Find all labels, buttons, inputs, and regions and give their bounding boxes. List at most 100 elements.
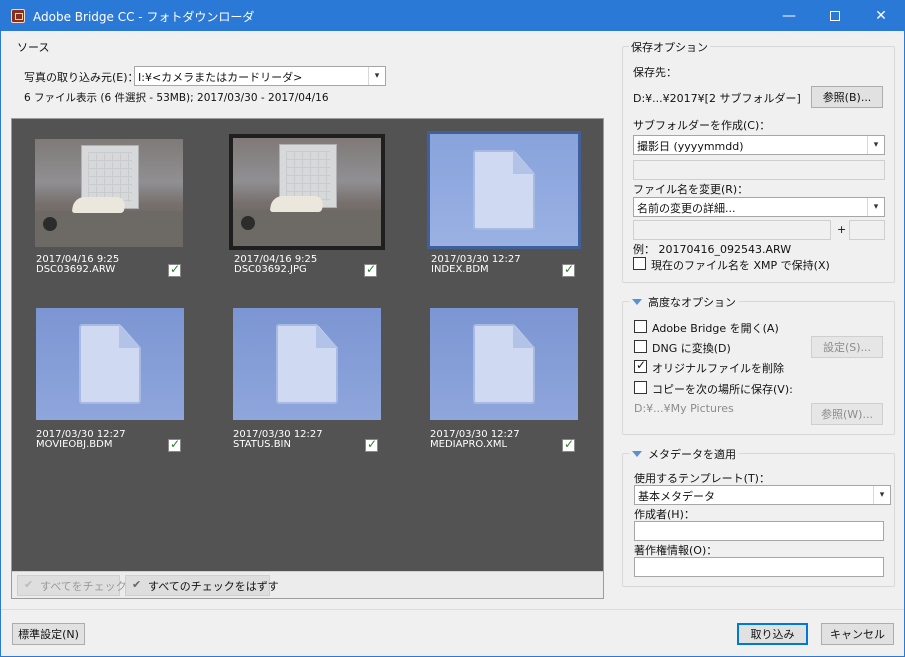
photo-downloader-window: Adobe Bridge CC - フォトダウンローダ — ✕ ソース 写真の取… (0, 0, 905, 657)
close-icon: ✕ (875, 8, 887, 24)
open-bridge-checkbox[interactable] (634, 320, 647, 333)
thumbnail-checkbox[interactable] (562, 262, 575, 277)
thumbnail-item[interactable]: 2017/04/16 9:25 DSC03692.JPG (229, 134, 385, 279)
plus-sign: + (837, 223, 847, 236)
template-label: 使用するテンプレート(T)： (634, 472, 770, 485)
create-subfolder-value: 撮影日 (yyyymmdd) (637, 140, 744, 153)
file-icon (276, 324, 338, 404)
thumbnail-viewer[interactable]: 2017/04/16 9:25 DSC03692.ARW 2017/04/16 … (11, 118, 604, 599)
check-all-button[interactable]: ✔ すべてをチェック (17, 575, 127, 596)
footer-divider (1, 609, 904, 610)
copyright-label: 著作権情報(O)： (634, 544, 718, 557)
copy-browse-button[interactable]: 参照(W)... (811, 403, 883, 425)
create-subfolder-select[interactable]: 撮影日 (yyyymmdd) ▾ (633, 135, 885, 155)
apply-metadata-header[interactable]: メタデータを適用 (629, 446, 739, 462)
thumbnail-filename: DSC03692.ARW (36, 264, 116, 275)
document-thumbnail[interactable] (233, 308, 381, 420)
chevron-down-icon: ▾ (867, 136, 884, 154)
template-select[interactable]: 基本メタデータ ▾ (634, 485, 891, 505)
get-media-button[interactable]: 取り込み (737, 623, 808, 645)
standard-settings-button[interactable]: 標準設定(N) (12, 623, 85, 645)
file-icon (473, 150, 535, 230)
preserve-xmp-label[interactable]: 現在のファイル名を XMP で保持(X) (651, 257, 830, 273)
check-all-label: すべてをチェック (40, 579, 127, 593)
rename-files-value: 名前の変更の詳細... (637, 202, 736, 215)
collapse-triangle-icon (632, 451, 642, 457)
thumbnail-item[interactable]: 2017/04/16 9:25 DSC03692.ARW (35, 139, 187, 279)
open-bridge-label[interactable]: Adobe Bridge を開く(A) (652, 320, 779, 336)
chevron-down-icon: ▾ (867, 198, 884, 216)
rename-text-field[interactable] (633, 220, 831, 240)
save-copy-label[interactable]: コピーを次の場所に保存(V): (652, 381, 793, 397)
thumbnail-item[interactable]: 2017/03/30 12:27 STATUS.BIN (233, 308, 385, 453)
thumbnail-checkbox[interactable] (562, 437, 575, 452)
photo-thumbnail[interactable] (35, 139, 183, 247)
standard-settings-label: 標準設定(N) (18, 628, 79, 641)
browse-button-label: 参照(B)... (822, 91, 872, 104)
rename-number-field[interactable] (849, 220, 885, 240)
apply-metadata-title: メタデータを適用 (648, 448, 736, 461)
get-photos-from-label: 写真の取り込み元(E)： (24, 71, 139, 84)
file-icon (79, 324, 141, 404)
cancel-label: キャンセル (830, 628, 885, 641)
chevron-down-icon: ▾ (368, 67, 385, 85)
photo-thumbnail[interactable] (229, 134, 385, 250)
rename-example: 例： 20170416_092543.ARW (633, 243, 792, 256)
document-thumbnail[interactable] (427, 131, 581, 249)
dng-settings-label: 設定(S)... (822, 341, 872, 354)
advanced-options-header[interactable]: 高度なオプション (629, 294, 739, 310)
copyright-field[interactable] (634, 557, 884, 577)
rename-files-label: ファイル名を変更(R)： (633, 183, 749, 196)
rename-files-select[interactable]: 名前の変更の詳細... ▾ (633, 197, 885, 217)
advanced-options-title: 高度なオプション (648, 296, 736, 309)
dng-settings-button[interactable]: 設定(S)... (811, 336, 883, 358)
creator-field[interactable] (634, 521, 884, 541)
delete-originals-checkbox[interactable] (634, 358, 647, 373)
convert-dng-checkbox[interactable] (634, 340, 647, 353)
delete-originals-label[interactable]: オリジナルファイルを削除 (652, 360, 784, 376)
uncheck-all-button[interactable]: ✔ すべてのチェックをはずす (125, 575, 279, 596)
source-summary: 6 ファイル表示 (6 件選択 - 53MB); 2017/03/30 - 20… (24, 92, 329, 104)
preserve-xmp-checkbox[interactable] (633, 257, 646, 270)
thumbnail-checkbox[interactable] (365, 437, 378, 452)
minimize-button[interactable]: — (766, 1, 812, 31)
thumbnail-filename: MEDIAPRO.XML (430, 439, 508, 450)
thumbnail-filename: MOVIEOBJ.BDM (36, 439, 113, 450)
uncheck-all-label: すべてのチェックをはずす (148, 579, 279, 593)
document-thumbnail[interactable] (36, 308, 184, 420)
window-title: Adobe Bridge CC - フォトダウンローダ (33, 9, 255, 24)
thumbnail-item[interactable]: 2017/03/30 12:27 MEDIAPRO.XML (430, 308, 582, 453)
thumbnail-filename: DSC03692.JPG (234, 264, 307, 275)
thumbnail-item[interactable]: 2017/03/30 12:27 INDEX.BDM (427, 131, 582, 279)
check-all-icon: ✔ (24, 578, 34, 591)
save-copy-checkbox[interactable] (634, 381, 647, 394)
adobe-bridge-app-icon (11, 9, 25, 23)
title-bar[interactable]: Adobe Bridge CC - フォトダウンローダ — ✕ (1, 1, 904, 31)
save-options-label: 保存オプション (629, 39, 710, 55)
copy-browse-label: 参照(W)... (821, 408, 873, 421)
thumbnail-checkbox[interactable] (168, 437, 181, 452)
convert-dng-label[interactable]: DNG に変換(D) (652, 340, 731, 356)
get-photos-from-select[interactable]: I:¥<カメラまたはカードリーダ> ▾ (134, 66, 386, 86)
source-group-label: ソース (15, 39, 52, 55)
thumbnail-filename: INDEX.BDM (431, 264, 489, 275)
viewer-toolbar: ✔ すべてをチェック ✔ すべてのチェックをはずす (12, 571, 603, 598)
document-thumbnail[interactable] (430, 308, 578, 420)
thumbnail-checkbox[interactable] (364, 262, 377, 277)
get-media-label: 取り込み (750, 628, 795, 641)
browse-button[interactable]: 参照(B)... (811, 86, 883, 108)
save-location-path: D:¥...¥2017¥[2 サブフォルダー] (633, 92, 801, 105)
chevron-down-icon: ▾ (873, 486, 890, 504)
thumbnail-checkbox[interactable] (168, 262, 181, 277)
close-button[interactable]: ✕ (858, 1, 904, 31)
get-photos-from-value: I:¥<カメラまたはカードリーダ> (138, 71, 303, 84)
maximize-button[interactable] (812, 1, 858, 31)
copy-path: D:¥...¥My Pictures (634, 402, 734, 415)
thumbnail-filename: STATUS.BIN (233, 439, 291, 450)
thumbnail-item[interactable]: 2017/03/30 12:27 MOVIEOBJ.BDM (36, 308, 188, 453)
minimize-icon: — (782, 8, 796, 24)
cancel-button[interactable]: キャンセル (821, 623, 894, 645)
subfolder-custom-field[interactable] (633, 160, 885, 180)
create-subfolder-label: サブフォルダーを作成(C)： (633, 119, 771, 132)
uncheck-all-icon: ✔ (132, 578, 142, 591)
